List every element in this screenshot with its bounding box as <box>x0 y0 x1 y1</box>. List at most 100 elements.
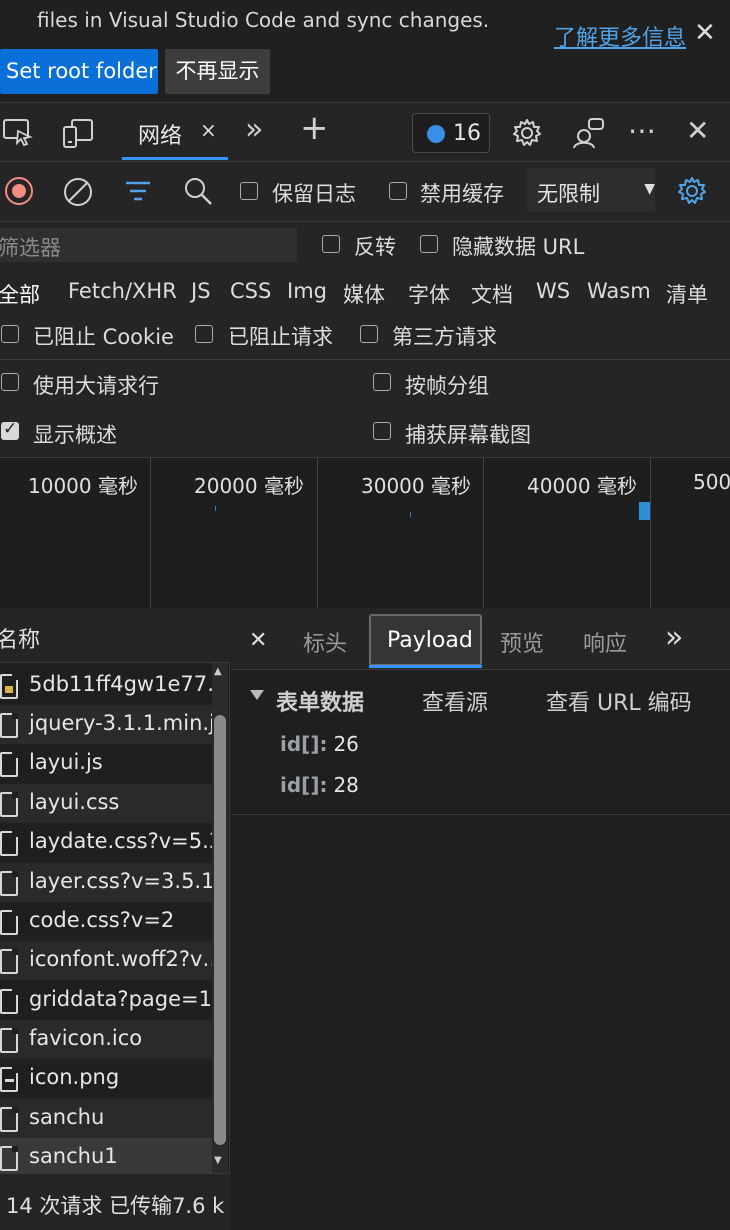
tab-headers[interactable]: 标头 <box>303 626 347 658</box>
file-icon <box>0 831 18 856</box>
tab-preview[interactable]: 预览 <box>500 626 544 658</box>
request-name: jquery-3.1.1.min.js <box>29 711 212 735</box>
blocked-cookies-checkbox[interactable] <box>1 325 19 343</box>
request-row[interactable]: 5db11ff4gw1e77… <box>0 666 212 705</box>
invert-checkbox[interactable] <box>322 235 340 253</box>
request-name: layui.js <box>29 750 103 774</box>
hide-data-url-label: 隐藏数据 URL <box>452 235 585 259</box>
throttling-select[interactable]: 无限制 ▼ <box>527 168 655 212</box>
message-icon <box>427 125 445 143</box>
request-row[interactable]: sanchu <box>0 1099 212 1138</box>
group-by-frame-checkbox[interactable] <box>373 373 391 391</box>
timeline-gridline <box>317 458 318 608</box>
timeline-gridline <box>650 458 651 608</box>
type-fetch-xhr[interactable]: Fetch/XHR <box>68 279 177 303</box>
type-js[interactable]: JS <box>191 279 211 303</box>
hide-data-url-checkbox[interactable] <box>420 235 438 253</box>
request-row[interactable]: icon.png <box>0 1059 212 1098</box>
request-row[interactable]: code.css?v=2 <box>0 902 212 941</box>
form-field-key: id[]: <box>280 773 328 797</box>
big-request-rows-checkbox[interactable] <box>1 373 19 391</box>
search-icon[interactable] <box>183 176 213 206</box>
infobar-content: files in Visual Studio Code and sync cha… <box>0 0 730 102</box>
name-column-label: 名称 <box>0 628 41 653</box>
close-tab-icon[interactable]: × <box>200 118 217 142</box>
type-css[interactable]: CSS <box>230 279 271 303</box>
more-options-icon[interactable]: ⋯ <box>628 114 656 147</box>
request-row[interactable]: layui.js <box>0 744 212 783</box>
file-icon <box>0 752 18 777</box>
type-ws[interactable]: WS <box>536 279 570 303</box>
type-wasm[interactable]: Wasm <box>587 279 651 303</box>
file-icon <box>0 910 18 935</box>
infobar-message: files in Visual Studio Code and sync cha… <box>37 8 490 32</box>
preserve-log-checkbox[interactable] <box>240 182 258 200</box>
dont-show-again-button[interactable]: 不再显示 <box>165 49 270 94</box>
type-media[interactable]: 媒体 <box>343 279 385 309</box>
device-emulation-icon[interactable] <box>62 117 94 149</box>
record-icon[interactable] <box>5 177 33 205</box>
show-overview-checkbox[interactable] <box>1 419 19 440</box>
add-tab-icon[interactable]: + <box>300 108 329 148</box>
file-icon <box>0 871 18 896</box>
request-row[interactable]: iconfont.woff2?v… <box>0 941 212 980</box>
scrollbar-thumb[interactable] <box>214 715 226 1145</box>
scroll-down-icon[interactable]: ▼ <box>214 1155 222 1166</box>
type-doc[interactable]: 文档 <box>471 279 513 309</box>
file-icon <box>0 1107 18 1132</box>
view-source-link[interactable]: 查看源 <box>422 685 488 717</box>
request-row[interactable]: layui.css <box>0 784 212 823</box>
preserve-log-label: 保留日志 <box>272 182 356 206</box>
request-row-selected[interactable]: sanchu1 <box>0 1138 212 1177</box>
timeline-tick: 10000 毫秒 <box>28 474 138 498</box>
clear-icon[interactable] <box>62 176 94 208</box>
inspect-element-icon[interactable] <box>2 117 34 147</box>
third-party-checkbox[interactable] <box>360 325 378 343</box>
request-row[interactable]: jquery-3.1.1.min.js <box>0 705 212 744</box>
collapse-triangle-icon[interactable] <box>250 690 264 700</box>
form-field-row: id[]: 28 <box>280 773 359 797</box>
request-name: iconfont.woff2?v… <box>29 947 212 971</box>
tab-response[interactable]: 响应 <box>583 626 627 658</box>
tab-payload-label: Payload <box>387 628 473 653</box>
request-row[interactable]: griddata?page=1… <box>0 981 212 1020</box>
customize-icon[interactable] <box>572 116 606 150</box>
set-root-folder-button[interactable]: Set root folder <box>0 49 158 94</box>
issues-badge[interactable]: 16 <box>412 113 490 153</box>
form-data-title[interactable]: 表单数据 <box>276 685 364 717</box>
type-all[interactable]: 全部 <box>0 279 40 309</box>
filter-icon[interactable] <box>124 178 152 204</box>
more-tabs-icon[interactable]: » <box>245 112 263 147</box>
tab-payload[interactable]: Payload <box>369 614 482 668</box>
scroll-up-icon[interactable]: ▲ <box>214 666 222 677</box>
request-name: sanchu <box>29 1105 105 1129</box>
request-name: sanchu1 <box>29 1144 118 1168</box>
request-row[interactable]: layer.css?v=3.5.1 <box>0 863 212 902</box>
request-row[interactable]: laydate.css?v=5.3. <box>0 823 212 862</box>
gear-icon[interactable] <box>511 117 543 149</box>
type-font[interactable]: 字体 <box>408 279 450 309</box>
form-field-value: 28 <box>333 773 359 797</box>
network-settings-gear-icon[interactable] <box>676 175 708 207</box>
name-column-header[interactable]: 名称 <box>0 608 230 663</box>
learn-more-link[interactable]: 了解更多信息 <box>554 20 686 52</box>
close-devtools-icon[interactable]: ✕ <box>686 114 709 147</box>
close-detail-icon[interactable]: ✕ <box>249 628 267 653</box>
tab-network[interactable]: 网络 × <box>122 104 228 160</box>
close-icon[interactable]: ✕ <box>694 18 716 48</box>
disable-cache-checkbox[interactable] <box>389 182 407 200</box>
more-tabs-icon[interactable]: » <box>665 620 683 655</box>
capture-screenshots-checkbox[interactable] <box>373 422 391 440</box>
issues-count: 16 <box>453 121 481 146</box>
third-party-label: 第三方请求 <box>392 325 497 349</box>
request-row[interactable]: favicon.ico <box>0 1020 212 1059</box>
group-by-frame-label: 按帧分组 <box>405 374 489 398</box>
type-manifest[interactable]: 清单 <box>666 279 708 309</box>
request-name: code.css?v=2 <box>29 908 175 932</box>
request-name: 5db11ff4gw1e77… <box>29 672 212 696</box>
view-url-encoded-link[interactable]: 查看 URL 编码 <box>546 685 692 717</box>
filter-input[interactable]: 筛选器 <box>0 228 297 262</box>
file-icon <box>0 989 18 1014</box>
blocked-requests-checkbox[interactable] <box>195 325 213 343</box>
type-img[interactable]: Img <box>287 279 327 303</box>
